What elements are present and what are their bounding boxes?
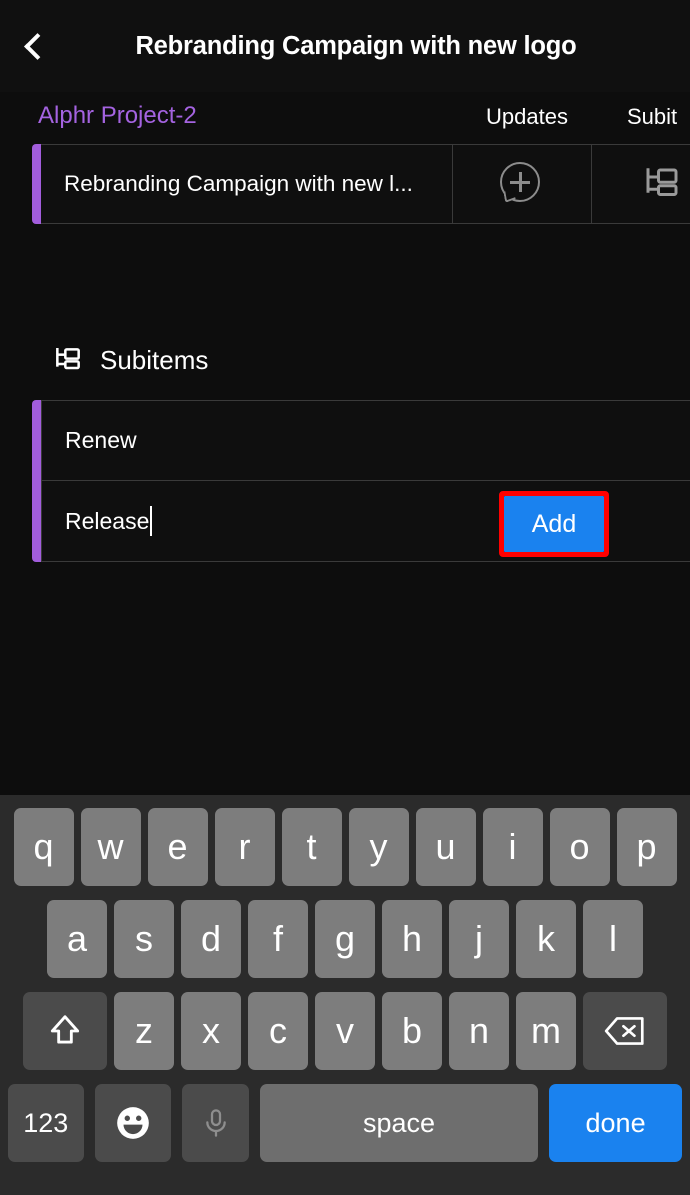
space-key[interactable]: space: [260, 1084, 538, 1162]
back-button[interactable]: [4, 15, 66, 77]
column-header-updates[interactable]: Updates: [486, 104, 568, 130]
key-s[interactable]: s: [114, 900, 174, 978]
row-cells: Rebranding Campaign with new l...: [41, 144, 690, 224]
keyboard-row-3: z x c v b n m: [4, 985, 686, 1077]
keyboard-row-2: a s d f g h j k l: [4, 893, 686, 985]
subitem-label: Renew: [65, 427, 137, 453]
key-t[interactable]: t: [281, 808, 342, 886]
subitems-header: Subitems: [0, 330, 690, 390]
microphone-icon: [206, 1109, 226, 1137]
text-caret: [150, 506, 153, 536]
subitems-section: Subitems Renew Release Add: [0, 330, 690, 562]
keyboard-row-1: q w e r t y u i o p: [4, 801, 686, 893]
row-title-cell[interactable]: Rebranding Campaign with new l...: [41, 145, 454, 223]
key-a[interactable]: a: [47, 900, 107, 978]
key-q[interactable]: q: [13, 808, 74, 886]
table-row[interactable]: Rebranding Campaign with new l...: [32, 144, 690, 224]
key-d[interactable]: d: [181, 900, 241, 978]
key-p[interactable]: p: [616, 808, 677, 886]
backspace-key[interactable]: [583, 992, 667, 1070]
key-i[interactable]: i: [482, 808, 543, 886]
chevron-left-icon: [24, 32, 51, 60]
subitem-input-value[interactable]: Release: [65, 508, 149, 535]
key-k[interactable]: k: [516, 900, 576, 978]
board-table: Alphr Project-2 Updates Subit Rebranding…: [0, 92, 690, 224]
key-c[interactable]: c: [248, 992, 308, 1070]
subitem-accent-bar: [32, 400, 41, 481]
subitem-accent-bar: [32, 481, 41, 562]
key-y[interactable]: y: [348, 808, 409, 886]
add-button[interactable]: Add: [504, 496, 604, 552]
row-subitems-cell[interactable]: [592, 145, 690, 223]
shift-arrow-icon: [50, 1015, 80, 1044]
app-header: Rebranding Campaign with new logo: [0, 0, 690, 92]
row-accent-bar: [32, 144, 41, 224]
key-h[interactable]: h: [382, 900, 442, 978]
key-x[interactable]: x: [181, 992, 241, 1070]
key-z[interactable]: z: [114, 992, 174, 1070]
subitems-list: Renew Release Add: [32, 400, 690, 562]
subitems-title: Subitems: [100, 344, 209, 375]
key-b[interactable]: b: [382, 992, 442, 1070]
key-g[interactable]: g: [315, 900, 375, 978]
key-m[interactable]: m: [516, 992, 576, 1070]
key-l[interactable]: l: [583, 900, 643, 978]
emoji-smiley-icon: [117, 1107, 150, 1139]
key-w[interactable]: w: [80, 808, 141, 886]
subitem-row-release[interactable]: Release Add: [41, 481, 690, 562]
keyboard-row-4: 123 space done: [4, 1077, 686, 1169]
key-j[interactable]: j: [449, 900, 509, 978]
numbers-key[interactable]: 123: [7, 1084, 84, 1162]
key-o[interactable]: o: [549, 808, 610, 886]
subitems-tree-icon: [56, 348, 80, 370]
add-button-highlight: Add: [499, 491, 609, 557]
chat-bubble-plus-icon: [500, 162, 544, 206]
subitems-tree-icon: [646, 168, 678, 196]
key-r[interactable]: r: [214, 808, 275, 886]
key-n[interactable]: n: [449, 992, 509, 1070]
microphone-key[interactable]: [182, 1084, 250, 1162]
column-headers: Alphr Project-2 Updates Subit: [0, 92, 690, 144]
key-f[interactable]: f: [248, 900, 308, 978]
done-key[interactable]: done: [548, 1084, 683, 1162]
column-header-subitems[interactable]: Subit: [627, 104, 677, 130]
subitem-row-renew[interactable]: Renew: [41, 400, 690, 481]
row-updates-cell[interactable]: [453, 145, 593, 223]
key-u[interactable]: u: [415, 808, 476, 886]
on-screen-keyboard: q w e r t y u i o p a s d f g h j k l z …: [0, 795, 690, 1195]
emoji-key[interactable]: [94, 1084, 172, 1162]
backspace-icon: [604, 1017, 644, 1045]
app-root: Rebranding Campaign with new logo Alphr …: [0, 0, 690, 1195]
group-name[interactable]: Alphr Project-2: [38, 102, 197, 130]
page-title: Rebranding Campaign with new logo: [135, 31, 577, 60]
key-e[interactable]: e: [147, 808, 208, 886]
shift-key[interactable]: [23, 992, 107, 1070]
key-v[interactable]: v: [315, 992, 375, 1070]
